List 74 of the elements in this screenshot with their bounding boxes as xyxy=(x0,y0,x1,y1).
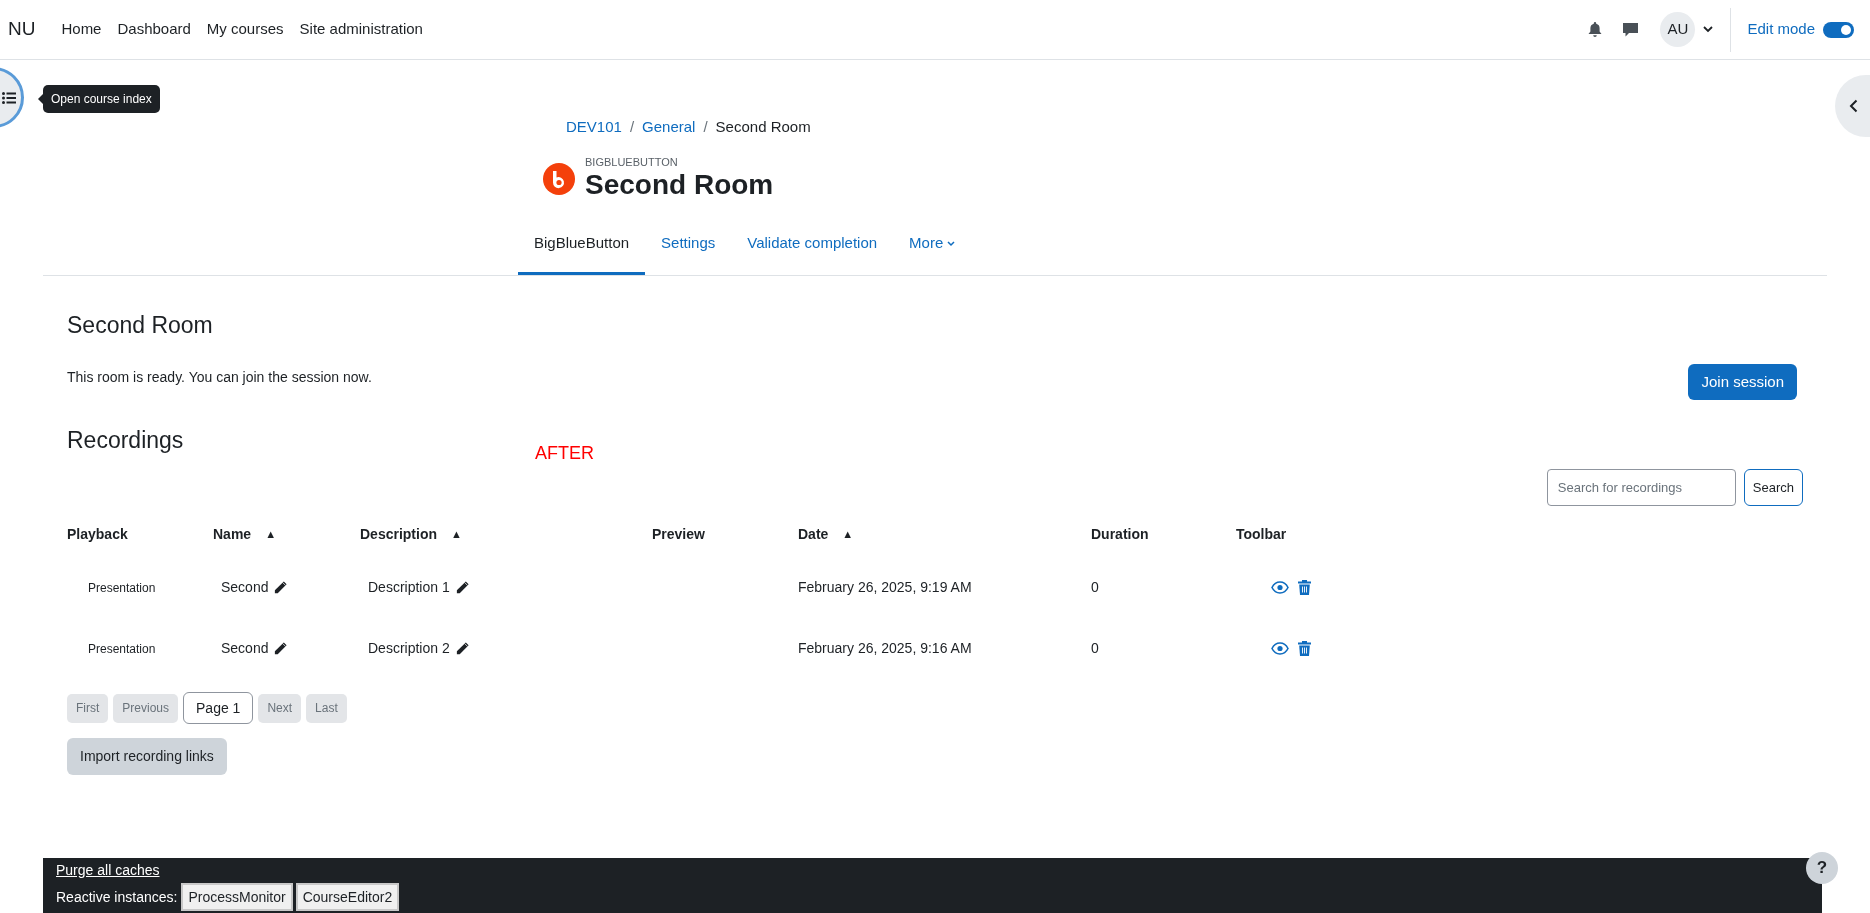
site-brand[interactable]: NU xyxy=(8,15,36,44)
caret-icon[interactable] xyxy=(1703,26,1714,33)
pagination-button[interactable]: Page 1 xyxy=(183,692,254,724)
chevron-left-icon xyxy=(1849,99,1858,113)
search-button[interactable]: Search xyxy=(1743,469,1803,506)
join-session-button[interactable]: Join session xyxy=(1688,364,1797,400)
column-header: Duration xyxy=(1091,524,1149,544)
reactive-label: Reactive instances: xyxy=(56,887,178,907)
table-cell-text: 0 xyxy=(1091,578,1100,597)
pagination-button[interactable]: Previous xyxy=(113,693,178,723)
table-cell-text: Presentation xyxy=(87,579,157,597)
search-field[interactable]: Search for recordings xyxy=(1546,469,1736,506)
page-title: Second Room xyxy=(585,168,774,202)
breadcrumb-separator: / xyxy=(629,117,635,138)
drawer-toggle-button[interactable] xyxy=(1835,75,1870,137)
status-message: This room is ready. You can join the session now. xyxy=(67,368,372,387)
eye-icon[interactable] xyxy=(1271,581,1289,594)
column-header: Playback xyxy=(67,524,128,544)
activity-icon xyxy=(543,163,575,195)
column-header: Toolbar xyxy=(1236,524,1287,544)
section-heading: Recordings xyxy=(67,426,185,456)
breadcrumb-current: Second Room xyxy=(715,117,811,138)
table-cell-text: Second xyxy=(221,578,269,597)
chat-icon[interactable] xyxy=(1622,21,1640,38)
trash-icon[interactable] xyxy=(1298,641,1311,656)
table-cell-text: Description 2 xyxy=(368,639,450,658)
breadcrumb-link[interactable]: DEV101 xyxy=(566,116,622,139)
nav-link[interactable]: Home xyxy=(61,18,102,41)
trash-icon[interactable] xyxy=(1298,580,1311,595)
table-cell-text: Description 1 xyxy=(368,578,450,597)
column-header[interactable]: Name xyxy=(213,523,252,545)
edit-mode-label: Edit mode xyxy=(1747,19,1815,40)
table-cell-text: 0 xyxy=(1091,639,1100,658)
edit-mode-toggle[interactable] xyxy=(1823,21,1854,38)
breadcrumb-link[interactable]: General xyxy=(642,116,696,139)
column-header[interactable]: Description xyxy=(360,523,437,545)
tab[interactable]: Settings xyxy=(645,215,732,275)
table-cell-text: Second xyxy=(221,639,269,658)
tooltip: Open course index xyxy=(43,85,160,113)
table-cell-text: February 26, 2025, 9:16 AM xyxy=(798,639,973,658)
nav-link[interactable]: Dashboard xyxy=(117,18,191,41)
breadcrumb-separator: / xyxy=(703,117,708,138)
column-header: Preview xyxy=(652,524,705,544)
help-button[interactable]: ? xyxy=(1806,852,1838,884)
sort-icon[interactable]: ▲ xyxy=(265,525,277,543)
pagination-button[interactable]: First xyxy=(67,693,109,723)
nav-link[interactable]: Site administration xyxy=(299,18,423,41)
caret-icon xyxy=(947,240,956,247)
tab[interactable]: BigBlueButton xyxy=(518,215,646,275)
tab[interactable]: More xyxy=(893,215,972,275)
sort-icon[interactable]: ▲ xyxy=(842,525,854,543)
list-icon xyxy=(2,91,16,104)
table-cell-text: Presentation xyxy=(87,640,157,658)
pagination-button[interactable]: Next xyxy=(258,693,302,723)
pencil-icon[interactable] xyxy=(454,580,470,595)
pencil-icon[interactable] xyxy=(454,641,470,656)
sort-icon[interactable]: ▲ xyxy=(451,525,462,543)
tab[interactable]: Validate completion xyxy=(731,215,894,275)
pagination-button[interactable]: Last xyxy=(306,693,347,723)
pencil-icon[interactable] xyxy=(273,580,289,595)
instance-button[interactable]: CourseEditor2 xyxy=(295,883,400,911)
purge-caches-link[interactable]: Purge all caches xyxy=(56,860,1809,883)
bell-icon[interactable] xyxy=(1588,21,1603,38)
eye-icon[interactable] xyxy=(1271,642,1289,655)
section-heading: Second Room xyxy=(67,311,214,340)
import-button[interactable]: Import recording links xyxy=(67,738,227,775)
user-avatar[interactable]: AU xyxy=(1660,12,1696,47)
table-cell-text: February 26, 2025, 9:19 AM xyxy=(798,578,973,597)
column-header[interactable]: Date xyxy=(798,523,829,545)
pencil-icon[interactable] xyxy=(273,641,289,656)
instance-button[interactable]: ProcessMonitor xyxy=(181,883,293,911)
nav-link[interactable]: My courses xyxy=(206,18,284,41)
annotation-text: AFTER xyxy=(535,442,594,465)
activity-type-label: BIGBLUEBUTTON xyxy=(585,156,679,168)
